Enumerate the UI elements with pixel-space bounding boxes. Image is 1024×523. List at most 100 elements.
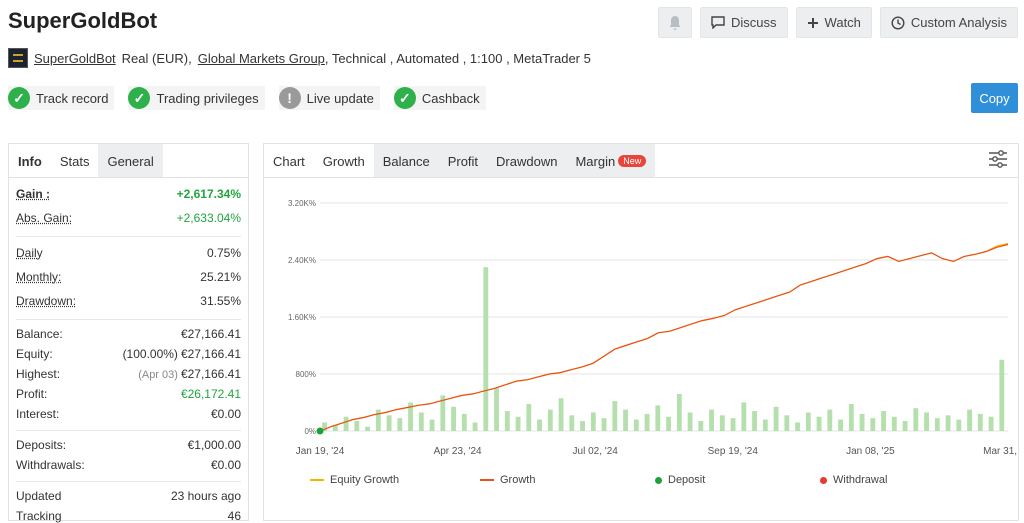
stat-profit: Profit: €26,172.41 [16,387,241,401]
stat-abs-gain: Abs. Gain: +2,633.04% [16,211,241,225]
volume-bar [397,418,403,431]
volume-bar [805,412,811,431]
volume-bar [827,409,833,431]
x-tick-label: Apr 23, '24 [434,446,482,457]
stat-monthly: Monthly: 25.21% [16,270,241,284]
volume-bar [816,416,822,431]
volume-bar [504,411,510,431]
legend-line [310,479,324,481]
copy-button[interactable]: Copy [971,83,1018,113]
system-meta: SuperGoldBot Real (EUR), Global Markets … [8,48,591,68]
legend-dot [655,476,662,484]
tab-profit[interactable]: Profit [438,144,488,177]
deposit-marker [316,427,324,435]
growth-chart: 3.20K% 2.40K% 1.60K% 800% 0% Jan 19, '24 Apr 2… [288,199,1018,457]
volume-bar [429,419,435,431]
stat-deposits: Deposits: €1,000.00 [16,438,241,452]
equity-growth-line [319,242,1009,432]
broker-link[interactable]: Global Markets Group [198,51,325,66]
volume-bar [924,412,929,431]
verification-badges: ✓ Track record ✓ Trading privileges ! Li… [8,86,486,110]
volume-bar [483,267,489,431]
stat-balance: Balance: €27,166.41 [16,327,241,341]
badge-label: Trading privileges [156,90,259,106]
legend-deposit[interactable]: Deposit [655,474,820,486]
volume-bar [999,359,1005,431]
x-tick-label: Sep 19, '24 [708,446,759,457]
chart-settings-button[interactable] [988,150,1008,171]
system-name-link[interactable]: SuperGoldBot [34,51,116,66]
volume-bar [752,411,757,431]
tab-stats[interactable]: Stats [50,144,99,177]
volume-bar [580,421,585,431]
volume-bar [848,403,854,431]
volume-bar [644,413,650,431]
badge-cashback: ✓ Cashback [393,86,486,110]
stat-updated: Updated 23 hours ago [16,489,241,503]
new-badge: New [618,155,647,167]
legend-growth[interactable]: Growth [480,474,655,486]
volume-bar [762,419,768,431]
tab-margin-label: Margin [575,154,616,169]
badge-label: Track record [36,90,109,106]
volume-bar [719,415,725,431]
volume-bar [891,416,897,431]
volume-bar [558,398,564,431]
x-tick-label: Mar 31, '25 [983,446,1018,457]
volume-bar [838,419,843,431]
chart-tabs: Chart Growth Balance Profit Drawdown Mar… [264,144,1018,178]
tab-general[interactable]: General [98,144,163,177]
volume-bar [418,412,424,431]
notify-button[interactable] [658,7,693,38]
volume-bar [655,405,661,431]
volume-bar [977,413,983,431]
volume-bar [375,409,381,431]
volume-bar [687,412,693,431]
volume-bar [988,416,994,431]
y-tick-label: 800% [296,370,316,379]
volume-bar [773,406,779,431]
stat-highest: Highest: (Apr 03) €27,166.41 [16,367,241,381]
volume-bar [590,412,596,431]
x-tick-label: Jan 19, '24 [296,446,345,457]
top-actions: Discuss Watch Custom Analysis [658,7,1018,38]
tab-info[interactable]: Info [9,144,51,177]
discuss-label: Discuss [731,15,777,30]
badge-label: Live update [306,90,374,106]
badge-live-update: ! Live update [278,86,380,110]
avatar [8,48,28,68]
volume-bar [623,409,628,431]
watch-button[interactable]: Watch [795,7,872,38]
exclamation-icon: ! [278,87,301,109]
tab-margin[interactable]: Margin New [566,144,656,177]
check-icon: ✓ [393,87,416,109]
tab-chart[interactable]: Chart [264,144,314,177]
tab-balance[interactable]: Balance [373,144,439,177]
stat-gain: Gain : +2,617.34% [16,187,241,201]
tab-growth[interactable]: Growth [313,144,374,177]
volume-bar [451,406,456,431]
volume-bar [913,408,919,431]
tab-drawdown[interactable]: Drawdown [487,144,567,177]
stats-list: Gain : +2,617.34% Abs. Gain: +2,633.04% … [9,178,248,523]
legend-dot [820,476,827,484]
legend-equity-growth[interactable]: Equity Growth [310,474,480,486]
volume-bar [741,402,747,431]
volume-bar [795,422,800,431]
divider [16,481,241,482]
stat-drawdown: Drawdown: 31.55% [16,294,241,308]
custom-analysis-button[interactable]: Custom Analysis [879,7,1018,38]
discuss-button[interactable]: Discuss [700,7,788,38]
custom-analysis-label: Custom Analysis [910,15,1007,30]
volume-bar [515,416,521,431]
bell-icon [669,15,681,30]
volume-bar [526,403,532,431]
volume-bar [881,411,886,431]
account-type: Real (EUR), [121,50,192,66]
x-tick-label: Jan 08, '25 [846,446,895,457]
chat-icon [711,16,725,29]
volume-bar [472,422,478,431]
volume-bar [569,415,575,431]
info-tabs: Info Stats General [9,144,248,178]
legend-withdrawal[interactable]: Withdrawal [820,474,887,486]
